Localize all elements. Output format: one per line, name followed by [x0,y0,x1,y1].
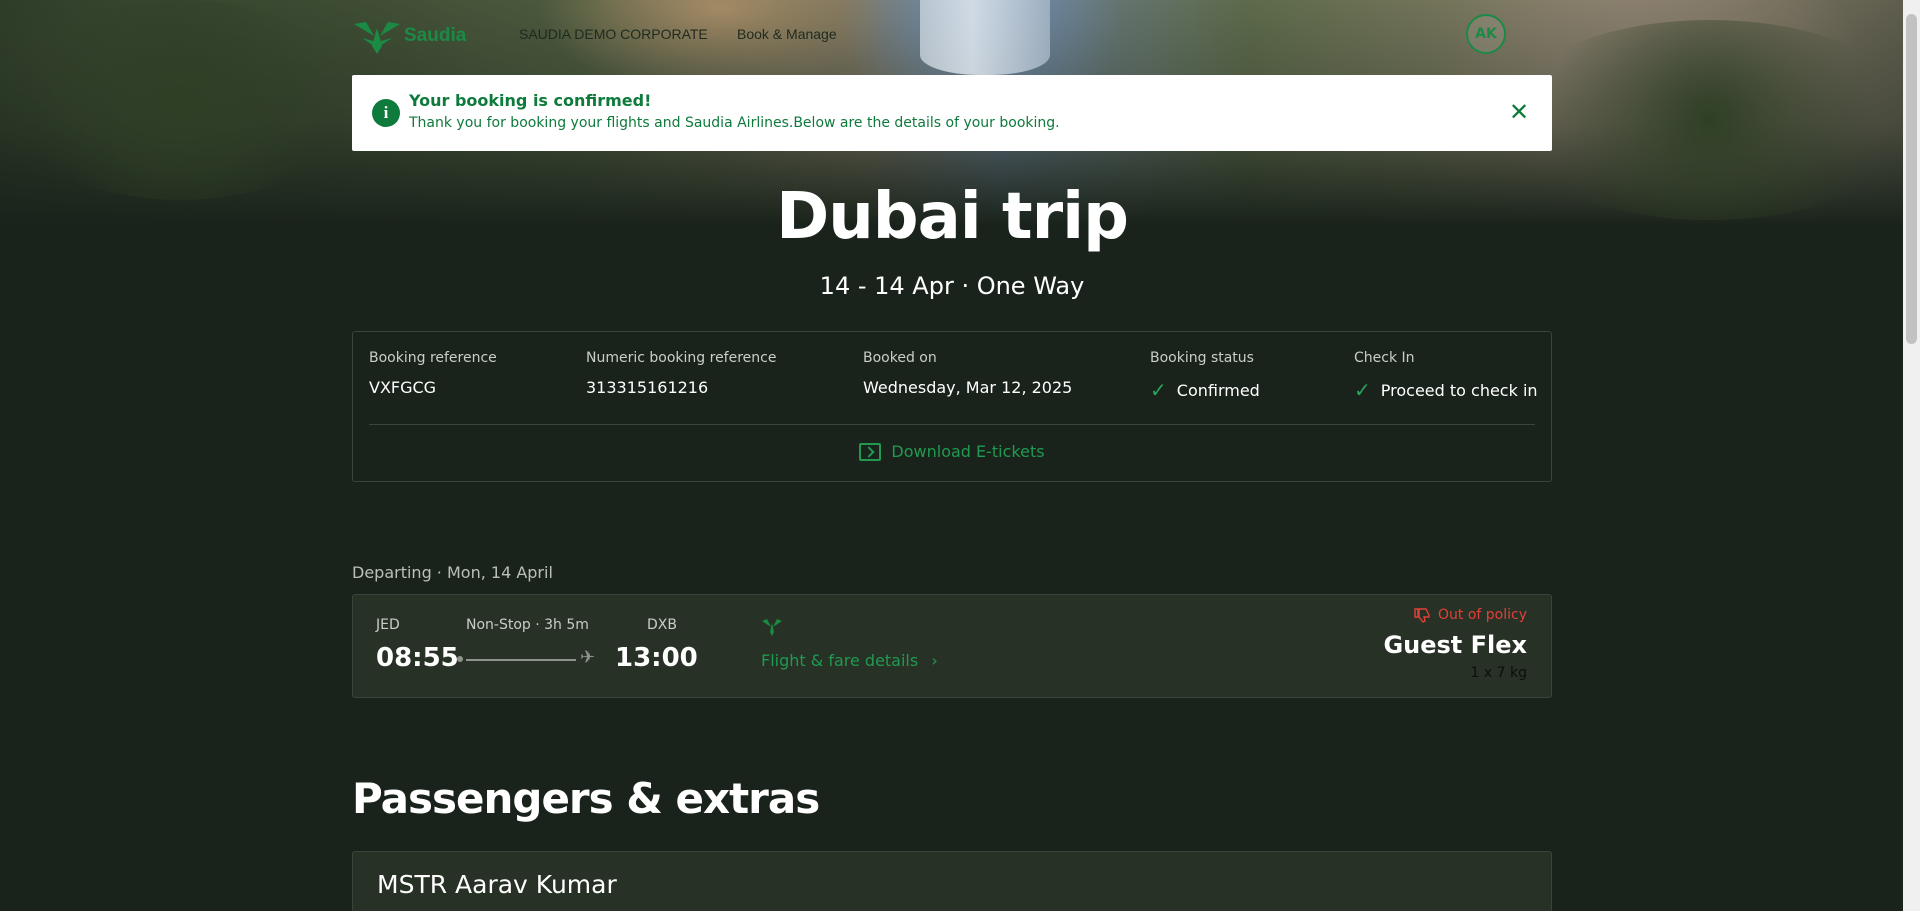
departing-label: Departing · Mon, 14 April [352,563,553,582]
passengers-title: Passengers & extras [352,774,820,823]
close-icon[interactable]: ✕ [1504,97,1534,127]
booking-status-label: Booking status [1150,350,1254,366]
card-divider [369,424,1535,425]
trip-subtitle: 14 - 14 Apr · One Way [819,272,1085,300]
download-etickets-button[interactable]: Download E-tickets [353,442,1551,461]
check-in-row: ✓ Proceed to check in [1354,378,1538,402]
user-avatar[interactable]: AK [1466,14,1506,54]
thumbs-down-icon [1414,608,1430,623]
booked-on-label: Booked on [863,350,937,366]
saudia-logo[interactable]: Saudia [352,14,487,58]
hero-palm-left [0,0,360,200]
vertical-scrollbar[interactable] [1903,0,1920,911]
hero-palm-right [1500,20,1920,220]
saudia-logo-icon [354,22,400,54]
depart-time: 08:55 [376,643,459,673]
ticket-icon [859,442,882,461]
booking-reference-label: Booking reference [369,350,497,366]
baggage-allowance: 1 x 7 kg [1470,665,1527,681]
check-in: Check In ✓ Proceed to check in [1354,350,1538,402]
scrollbar-thumb[interactable] [1906,14,1917,344]
check-in-label: Check In [1354,350,1415,366]
alert-message: Thank you for booking your flights and S… [409,115,1060,131]
flight-card[interactable]: JED Non-Stop · 3h 5m DXB 08:55 ✈ 13:00 F… [352,594,1552,698]
arrive-time: 13:00 [615,643,698,673]
passenger-card: MSTR Aarav Kumar [352,851,1552,911]
trip-title: Dubai trip [776,180,1129,254]
booking-confirmed-alert: i Your booking is confirmed! Thank you f… [352,75,1552,151]
check-icon: ✓ [1354,378,1371,402]
booking-status-row: ✓ Confirmed [1150,378,1260,402]
booking-summary-card: Booking reference VXFGCG Numeric booking… [352,331,1552,482]
route-info: Non-Stop · 3h 5m [466,617,589,633]
chevron-right-icon: › [931,651,938,670]
numeric-reference-value: 313315161216 [586,378,709,397]
booked-on: Booked on Wednesday, Mar 12, 2025 [863,350,1072,397]
top-navigation: Saudia SAUDIA DEMO CORPORATE Book & Mana… [352,12,1552,60]
info-icon: i [372,99,400,127]
numeric-booking-reference: Numeric booking reference 313315161216 [586,350,776,397]
airline-logo-icon [762,619,782,636]
fare-name: Guest Flex [1383,631,1527,659]
passenger-name: MSTR Aarav Kumar [377,870,617,899]
booking-status-value: Confirmed [1176,380,1260,400]
check-icon: ✓ [1150,378,1167,402]
check-in-value[interactable]: Proceed to check in [1381,381,1538,400]
booking-reference: Booking reference VXFGCG [369,350,497,397]
logo-wordmark: Saudia [404,25,467,46]
booked-on-value: Wednesday, Mar 12, 2025 [863,378,1073,397]
origin-code: JED [376,617,400,633]
numeric-reference-label: Numeric booking reference [586,350,777,366]
plane-icon: ✈ [580,647,596,668]
alert-title: Your booking is confirmed! [409,91,652,110]
flight-fare-details-label: Flight & fare details [761,651,919,670]
download-etickets-label: Download E-tickets [891,442,1045,461]
destination-code: DXB [647,617,677,633]
flight-fare-details-link[interactable]: Flight & fare details › [761,651,938,670]
policy-label: Out of policy [1438,607,1527,623]
booking-reference-value: VXFGCG [369,378,437,397]
route-start-dot [457,656,463,662]
nav-book-manage[interactable]: Book & Manage [737,26,837,42]
company-name[interactable]: SAUDIA DEMO CORPORATE [519,26,708,42]
route-line [466,659,576,661]
out-of-policy-badge: Out of policy [1414,607,1527,623]
booking-status: Booking status ✓ Confirmed [1150,350,1260,402]
